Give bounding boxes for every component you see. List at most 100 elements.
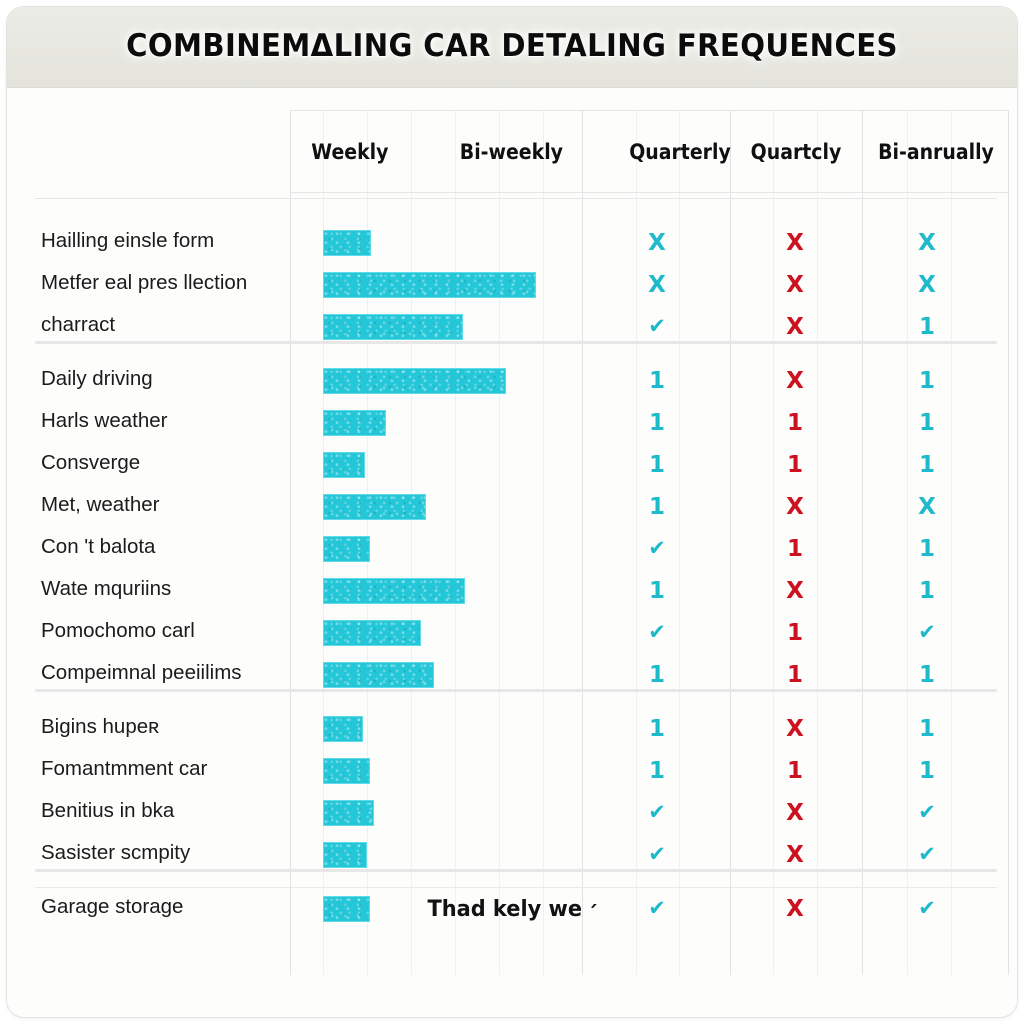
cell-biannually-check-icon: ✔ — [918, 842, 936, 866]
column-separator — [1008, 110, 1009, 975]
cell-biannually-value: 1 — [918, 368, 935, 394]
bar — [323, 578, 466, 604]
row-label: Hailling einsle form — [41, 229, 215, 252]
cell-quarterly-value: 1 — [648, 578, 665, 604]
title-band: COMBINEMΔLING CAR DETALING FREQUENCES — [7, 7, 1017, 88]
cell-quartcly-cross-icon: X — [786, 272, 804, 298]
grid-line — [543, 110, 544, 975]
bar — [323, 620, 422, 646]
grid-line — [951, 110, 952, 975]
group-separator — [35, 869, 997, 872]
row-label: Met, weather — [41, 493, 160, 516]
row-label: Consverge — [41, 451, 141, 474]
cell-biannually-value: 1 — [918, 758, 935, 784]
header-rule — [290, 110, 1008, 111]
cell-biannually-value: 1 — [918, 716, 935, 742]
column-header-bi-weekly: Bi-weekly — [459, 140, 563, 164]
row-label: Con 't balota — [41, 535, 156, 558]
cell-quarterly-cross-icon: X — [648, 272, 666, 298]
cell-quartcly-value: 1 — [786, 536, 803, 562]
footer-divider — [35, 887, 997, 888]
bar — [323, 272, 537, 298]
cell-quarterly-value: 1 — [648, 716, 665, 742]
cell-biannually-cross-icon: X — [918, 230, 936, 256]
row-label: Benitius in bka — [41, 799, 175, 822]
cell-biannually-value: 1 — [918, 452, 935, 478]
footer-note: Thad kely we ׳ — [427, 897, 599, 922]
column-header-bi-anrually: Bi-anrually — [878, 140, 994, 164]
cell-biannually-value: 1 — [918, 314, 935, 340]
row-label: charract — [41, 313, 116, 336]
grid-line — [411, 110, 412, 975]
row-label: Compeimnal peeiilims — [41, 661, 242, 684]
group-separator — [35, 689, 997, 692]
cell-quartcly-value: 1 — [786, 410, 803, 436]
cell-biannually-cross-icon: X — [918, 272, 936, 298]
bar — [323, 758, 370, 784]
cell-quarterly-check-icon: ✔ — [648, 620, 666, 644]
cell-biannually-value: 1 — [918, 536, 935, 562]
cell-quartcly-cross-icon: X — [786, 578, 804, 604]
row-label: Bigins hupeʀ — [41, 715, 160, 738]
column-header-quartcly: Quartcly — [750, 140, 842, 164]
grid-line — [499, 110, 500, 975]
column-separator — [862, 110, 863, 975]
column-separator — [290, 110, 291, 975]
bar — [323, 452, 366, 478]
cell-quartcly-cross-icon: X — [786, 230, 804, 256]
cell-quartcly-cross-icon: X — [786, 494, 804, 520]
bar — [323, 842, 368, 868]
bar — [323, 800, 374, 826]
cell-quarterly-value: 1 — [648, 758, 665, 784]
bar — [323, 494, 427, 520]
bar — [323, 314, 463, 340]
cell-quartcly-value: 1 — [786, 620, 803, 646]
cell-quarterly-value: 1 — [648, 494, 665, 520]
cell-biannually-value: 1 — [918, 662, 935, 688]
row-label: Fomantmment car — [41, 757, 208, 780]
row-label: Harls weather — [41, 409, 168, 432]
header-rule — [290, 192, 1008, 193]
page-title: COMBINEMΔLING CAR DETALING FREQUENCES — [126, 28, 898, 64]
column-header-quarterly: Quarterly — [629, 140, 731, 164]
row-label: Pomochomo carl — [41, 619, 195, 642]
bar — [323, 410, 386, 436]
chart-plot-area: Weekly Bi-weekly Quarterly Quartcly Bi-anrua… — [7, 88, 1017, 1017]
row-label: Daily driving — [41, 367, 153, 390]
cell-quarterly-check-icon: ✔ — [648, 314, 666, 338]
cell-biannually-check-icon: ✔ — [918, 620, 936, 644]
cell-biannually-check-icon: ✔ — [918, 800, 936, 824]
column-header-weekly: Weekly — [311, 140, 389, 164]
cell-quarterly-value: 1 — [648, 662, 665, 688]
cell-quartcly-cross-icon: X — [786, 314, 804, 340]
bar — [323, 716, 364, 742]
header-rule — [35, 198, 997, 199]
group-separator — [35, 341, 997, 344]
cell-quartcly-cross-icon: X — [786, 368, 804, 394]
cell-quartcly-value: 1 — [786, 662, 803, 688]
row-label: Wate mquriins — [41, 577, 172, 600]
column-separator — [730, 110, 731, 975]
bar — [323, 662, 434, 688]
chart-card: COMBINEMΔLING CAR DETALING FREQUENCES We… — [6, 6, 1018, 1018]
bar — [323, 536, 370, 562]
cell-quarterly-value: 1 — [648, 452, 665, 478]
grid-line — [455, 110, 456, 975]
cell-quarterly-cross-icon: X — [648, 230, 666, 256]
cell-quartcly-cross-icon: X — [786, 800, 804, 826]
cell-quarterly-check-icon: ✔ — [648, 800, 666, 824]
cell-biannually-cross-icon: X — [918, 494, 936, 520]
cell-quarterly-check-icon: ✔ — [648, 536, 666, 560]
cell-quartcly-value: 1 — [786, 758, 803, 784]
cell-biannually-value: 1 — [918, 578, 935, 604]
cell-quarterly-value: 1 — [648, 410, 665, 436]
cell-quarterly-value: 1 — [648, 368, 665, 394]
cell-quarterly-check-icon: ✔ — [648, 842, 666, 866]
cell-quartcly-value: 1 — [786, 452, 803, 478]
cell-quartcly-cross-icon: X — [786, 842, 804, 868]
bar — [323, 368, 507, 394]
cell-biannually-value: 1 — [918, 410, 935, 436]
column-separator — [582, 110, 583, 975]
row-label: Metfer eal pres llection — [41, 271, 248, 294]
cell-quartcly-cross-icon: X — [786, 716, 804, 742]
